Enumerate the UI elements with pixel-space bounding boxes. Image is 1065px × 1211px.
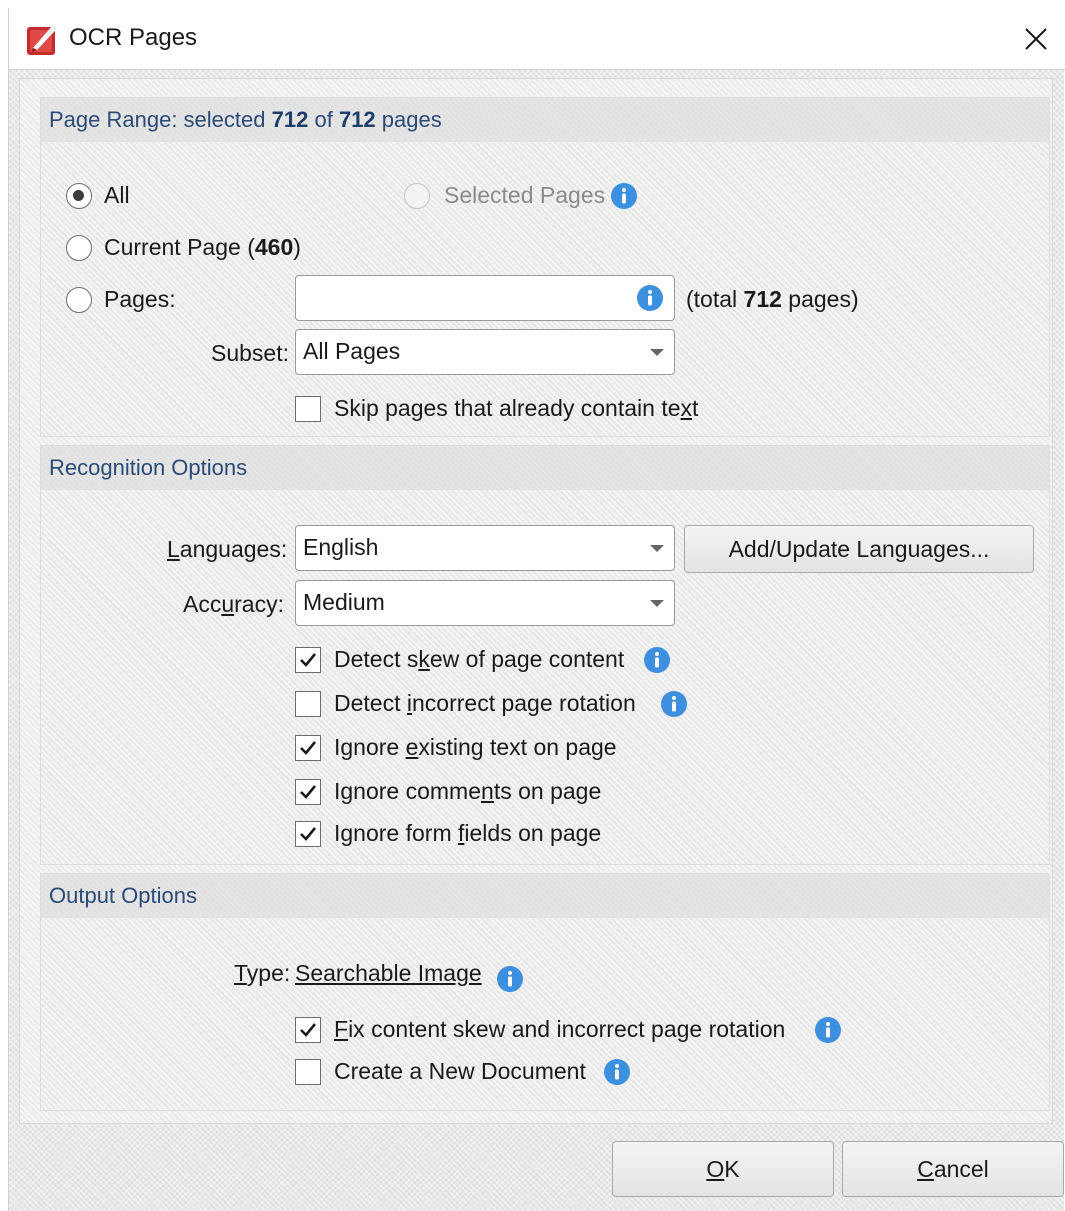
recognition-options-header: Recognition Options (41, 446, 1049, 490)
info-icon[interactable] (660, 690, 688, 718)
accuracy-label: Accuracy: (183, 591, 284, 617)
ignore-comments-checkbox[interactable] (295, 779, 321, 805)
page-range-header: Page Range: selected 712 of 712 pages (41, 98, 1049, 142)
total-pages-text: (total 712 pages) (686, 286, 859, 312)
cancel-button[interactable]: Cancel (842, 1141, 1064, 1197)
output-options-header: Output Options (41, 874, 1049, 918)
skip-text-pages-label: Skip pages that already contain text (334, 395, 699, 421)
accuracy-dropdown[interactable]: Medium (295, 580, 675, 626)
checkmark-icon (300, 1023, 317, 1037)
add-update-languages-button[interactable]: Add/Update Languages... (684, 525, 1034, 573)
output-options-group: Output Options Type: Searchable Image Fi… (40, 873, 1050, 1111)
skip-text-pages-checkbox[interactable] (295, 396, 321, 422)
recognition-options-group: Recognition Options Languages: English A… (40, 445, 1050, 865)
radio-selected-pages[interactable] (404, 183, 430, 209)
radio-pages[interactable] (66, 287, 92, 313)
info-icon[interactable] (610, 182, 638, 210)
type-label: Type: (234, 960, 291, 986)
info-icon[interactable] (496, 965, 524, 993)
info-icon[interactable] (603, 1058, 631, 1086)
page-range-group: Page Range: selected 712 of 712 pages Al… (40, 97, 1050, 437)
info-icon[interactable] (643, 646, 671, 674)
radio-current-page[interactable] (66, 235, 92, 261)
ignore-existing-text-checkbox[interactable] (295, 735, 321, 761)
subset-label: Subset: (211, 340, 289, 366)
radio-current-page-label: Current Page (460) (104, 234, 301, 260)
info-icon[interactable] (636, 284, 664, 312)
ok-button[interactable]: OK (612, 1141, 834, 1197)
radio-all[interactable] (66, 183, 92, 209)
close-icon (1025, 28, 1047, 50)
ignore-form-fields-label: Ignore form fields on page (334, 820, 602, 846)
title-bar: OCR Pages (9, 8, 1065, 70)
create-new-document-checkbox[interactable] (295, 1059, 321, 1085)
detect-rotation-label: Detect incorrect page rotation (334, 690, 636, 716)
fix-skew-rotation-checkbox[interactable] (295, 1017, 321, 1043)
create-new-document-label: Create a New Document (334, 1058, 586, 1084)
app-icon (27, 26, 56, 55)
detect-skew-label: Detect skew of page content (334, 646, 625, 672)
recognition-options-title: Recognition Options (49, 455, 248, 480)
output-options-title: Output Options (49, 883, 197, 908)
checkmark-icon (300, 785, 317, 799)
checkmark-icon (300, 741, 317, 755)
chevron-down-icon (650, 349, 664, 356)
ignore-existing-text-label: Ignore existing text on page (334, 734, 617, 760)
ignore-form-fields-checkbox[interactable] (295, 821, 321, 847)
radio-selected-pages-label: Selected Pages (444, 182, 606, 208)
checkmark-icon (300, 653, 317, 667)
chevron-down-icon (650, 545, 664, 552)
radio-pages-label: Pages: (104, 286, 176, 312)
ocr-pages-dialog: OCR Pages Page Range: selected 712 of 71… (8, 8, 1065, 1211)
languages-label: Languages: (167, 536, 288, 562)
checkmark-icon (300, 827, 317, 841)
ignore-comments-label: Ignore comments on page (334, 778, 602, 804)
subset-dropdown[interactable]: All Pages (295, 329, 675, 375)
detect-rotation-checkbox[interactable] (295, 691, 321, 717)
detect-skew-checkbox[interactable] (295, 647, 321, 673)
page-range-title: Page Range: selected 712 of 712 pages (49, 107, 442, 132)
info-icon[interactable] (814, 1016, 842, 1044)
pages-input[interactable] (295, 275, 675, 321)
languages-dropdown[interactable]: English (295, 525, 675, 571)
dialog-content: Page Range: selected 712 of 712 pages Al… (19, 78, 1053, 1124)
type-link[interactable]: Searchable Image (295, 960, 482, 987)
window-title: OCR Pages (69, 24, 198, 51)
close-button[interactable] (1013, 16, 1059, 62)
radio-all-label: All (104, 182, 130, 208)
fix-skew-rotation-label: Fix content skew and incorrect page rota… (334, 1016, 786, 1042)
chevron-down-icon (650, 600, 664, 607)
